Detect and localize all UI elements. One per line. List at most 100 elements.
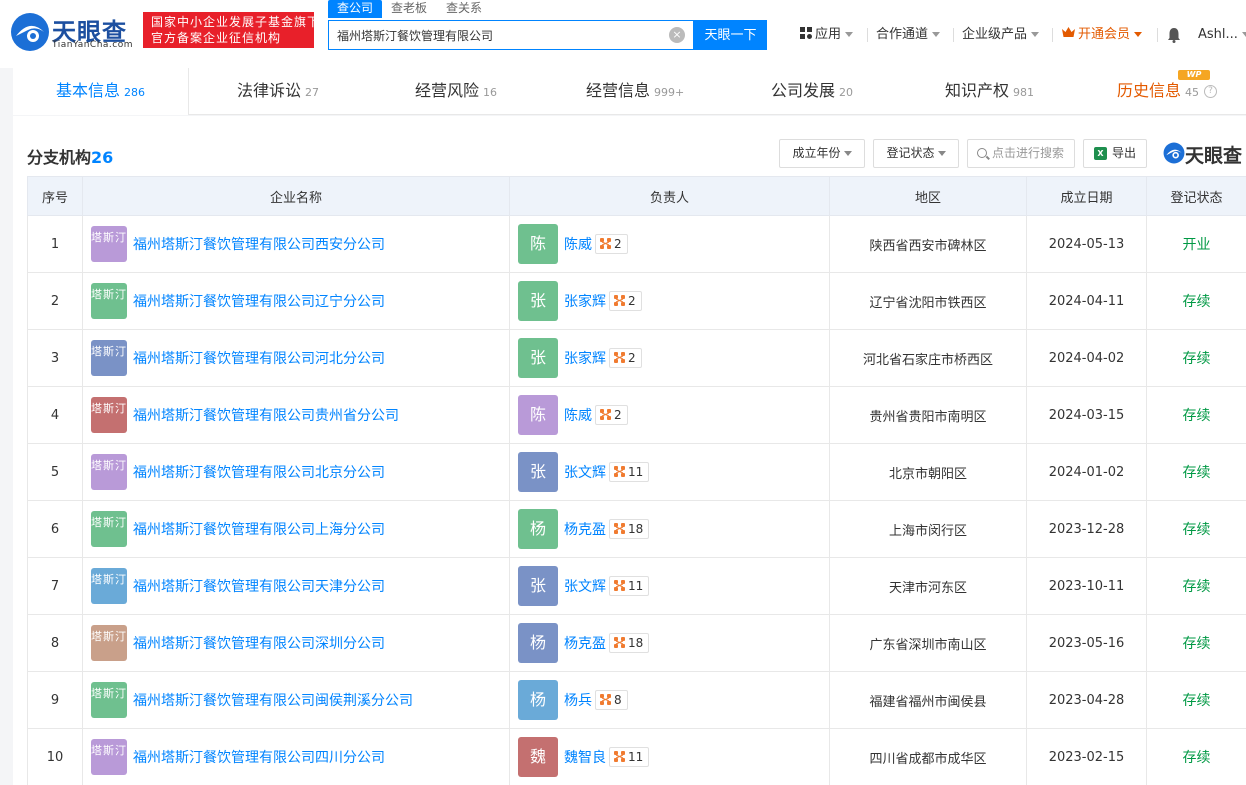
company-logo[interactable]: 塔斯汀 bbox=[91, 682, 127, 718]
nav-vip[interactable]: 开通会员 bbox=[1062, 27, 1143, 45]
avatar[interactable]: 陈 bbox=[518, 224, 558, 264]
filter-year-label: 成立年份 bbox=[792, 146, 841, 160]
person-name-link[interactable]: 杨克盈 bbox=[564, 636, 606, 652]
relation-count-badge[interactable]: 11 bbox=[609, 462, 650, 482]
company-name-link[interactable]: 福州塔斯汀餐饮管理有限公司河北分公司 bbox=[133, 351, 385, 367]
avatar[interactable]: 杨 bbox=[518, 509, 558, 549]
relation-count-badge[interactable]: 2 bbox=[595, 234, 628, 254]
nav-divider bbox=[1052, 28, 1053, 42]
avatar[interactable]: 杨 bbox=[518, 623, 558, 663]
status-badge: 存续 bbox=[1146, 500, 1246, 558]
company-name-link[interactable]: 福州塔斯汀餐饮管理有限公司辽宁分公司 bbox=[133, 294, 385, 310]
filter-status-label: 登记状态 bbox=[886, 146, 935, 160]
tab-label: 公司发展 bbox=[771, 81, 836, 100]
tab-development[interactable]: 公司发展 20 bbox=[771, 68, 853, 115]
tab-risk[interactable]: 经营风险 16 bbox=[415, 68, 497, 115]
tianyancha-logo[interactable]: 天眼查 TianYanCha.com bbox=[10, 12, 138, 52]
filter-status[interactable]: 登记状态 bbox=[873, 139, 959, 168]
tab-basic-info[interactable]: 基本信息 286 bbox=[13, 68, 189, 115]
relation-count-badge[interactable]: 2 bbox=[609, 348, 642, 368]
company-logo[interactable]: 塔斯汀 bbox=[91, 226, 127, 262]
relation-count-badge[interactable]: 2 bbox=[595, 405, 628, 425]
search-tab-boss[interactable]: 查老板 bbox=[391, 0, 427, 18]
search-tab-relation[interactable]: 查关系 bbox=[446, 0, 482, 18]
search-tab-company[interactable]: 查公司 bbox=[328, 0, 383, 18]
company-logo[interactable]: 塔斯汀 bbox=[91, 397, 127, 433]
company-name-link[interactable]: 福州塔斯汀餐饮管理有限公司上海分公司 bbox=[133, 522, 385, 538]
avatar[interactable]: 魏 bbox=[518, 737, 558, 777]
company-cell: 塔斯汀 福州塔斯汀餐饮管理有限公司河北分公司 bbox=[82, 329, 510, 387]
company-name-link[interactable]: 福州塔斯汀餐饮管理有限公司西安分公司 bbox=[133, 237, 385, 253]
company-cell: 塔斯汀 福州塔斯汀餐饮管理有限公司西安分公司 bbox=[82, 215, 510, 273]
company-name-link[interactable]: 福州塔斯汀餐饮管理有限公司深圳分公司 bbox=[133, 636, 385, 652]
person-name-link[interactable]: 张文辉 bbox=[564, 465, 606, 481]
table-search-input[interactable]: 点击进行搜索 bbox=[967, 139, 1075, 168]
tab-ip[interactable]: 知识产权 981 bbox=[945, 68, 1034, 115]
company-logo[interactable]: 塔斯汀 bbox=[91, 283, 127, 319]
relation-count-badge[interactable]: 18 bbox=[609, 633, 650, 653]
company-name-link[interactable]: 福州塔斯汀餐饮管理有限公司天津分公司 bbox=[133, 579, 385, 595]
avatar[interactable]: 陈 bbox=[518, 395, 558, 435]
company-name-link[interactable]: 福州塔斯汀餐饮管理有限公司北京分公司 bbox=[133, 465, 385, 481]
table-row: 2 塔斯汀 福州塔斯汀餐饮管理有限公司辽宁分公司张张家辉 2 辽宁省沈阳市铁西区 2024… bbox=[27, 272, 1246, 330]
relation-count-badge[interactable]: 11 bbox=[609, 747, 650, 767]
company-logo[interactable]: 塔斯汀 bbox=[91, 739, 127, 775]
user-name: Ashl... bbox=[1198, 27, 1238, 42]
column-header: 企业名称 bbox=[82, 176, 510, 216]
filter-year[interactable]: 成立年份 bbox=[779, 139, 865, 168]
company-logo-text: 塔斯汀 bbox=[91, 345, 127, 358]
relation-count-badge[interactable]: 11 bbox=[609, 576, 650, 596]
search-input[interactable] bbox=[337, 21, 667, 49]
tab-legal[interactable]: 法律诉讼 27 bbox=[237, 68, 319, 115]
search-button[interactable]: 天眼一下 bbox=[694, 20, 767, 50]
relation-count-badge[interactable]: 18 bbox=[609, 519, 650, 539]
region-cell: 福建省福州市闽侯县 bbox=[829, 671, 1027, 729]
user-menu[interactable]: Ashl... bbox=[1198, 27, 1246, 42]
promo-line-1: 国家中小企业发展子基金旗下 bbox=[151, 15, 321, 29]
status-badge: 存续 bbox=[1146, 443, 1246, 501]
export-button[interactable]: X 导出 bbox=[1083, 139, 1147, 168]
company-logo[interactable]: 塔斯汀 bbox=[91, 568, 127, 604]
column-header: 序号 bbox=[27, 176, 83, 216]
company-name-link[interactable]: 福州塔斯汀餐饮管理有限公司闽侯荆溪分公司 bbox=[133, 693, 413, 709]
nav-enterprise[interactable]: 企业级产品 bbox=[962, 27, 1040, 45]
person-name-link[interactable]: 杨兵 bbox=[564, 693, 592, 709]
clear-icon[interactable]: × bbox=[669, 27, 685, 43]
chevron-down-icon bbox=[932, 32, 941, 37]
tab-label: 基本信息 bbox=[55, 81, 120, 100]
row-number: 5 bbox=[27, 443, 83, 501]
person-name-link[interactable]: 魏智良 bbox=[564, 750, 606, 766]
company-name-link[interactable]: 福州塔斯汀餐饮管理有限公司贵州省分公司 bbox=[133, 408, 399, 424]
relation-count-badge[interactable]: 8 bbox=[595, 690, 628, 710]
status-badge: 存续 bbox=[1146, 557, 1246, 615]
person-name-link[interactable]: 陈威 bbox=[564, 237, 592, 253]
avatar[interactable]: 张 bbox=[518, 338, 558, 378]
avatar[interactable]: 杨 bbox=[518, 680, 558, 720]
search-icon bbox=[977, 148, 987, 158]
tab-operation[interactable]: 经营信息 999+ bbox=[586, 68, 684, 115]
chevron-down-icon bbox=[1134, 32, 1143, 37]
status-badge: 开业 bbox=[1146, 215, 1246, 273]
bell-icon[interactable] bbox=[1167, 27, 1181, 43]
company-logo[interactable]: 塔斯汀 bbox=[91, 454, 127, 490]
nav-partner[interactable]: 合作通道 bbox=[876, 27, 941, 45]
person-name-link[interactable]: 张家辉 bbox=[564, 294, 606, 310]
company-cell: 塔斯汀 福州塔斯汀餐饮管理有限公司深圳分公司 bbox=[82, 614, 510, 672]
relation-count-badge[interactable]: 2 bbox=[609, 291, 642, 311]
company-logo[interactable]: 塔斯汀 bbox=[91, 625, 127, 661]
person-name-link[interactable]: 陈威 bbox=[564, 408, 592, 424]
avatar[interactable]: 张 bbox=[518, 452, 558, 492]
avatar[interactable]: 张 bbox=[518, 281, 558, 321]
table-header-row: 序号 企业名称 负责人 地区 成立日期 登记状态 bbox=[27, 176, 1246, 216]
help-icon[interactable]: ? bbox=[1204, 85, 1218, 98]
promo-line-2: 官方备案企业征信机构 bbox=[151, 31, 282, 45]
nav-apps[interactable]: 应用 bbox=[800, 27, 854, 45]
company-logo[interactable]: 塔斯汀 bbox=[91, 340, 127, 376]
person-name-link[interactable]: 张家辉 bbox=[564, 351, 606, 367]
company-name-link[interactable]: 福州塔斯汀餐饮管理有限公司四川分公司 bbox=[133, 750, 385, 766]
avatar[interactable]: 张 bbox=[518, 566, 558, 606]
person-name-link[interactable]: 杨克盈 bbox=[564, 522, 606, 538]
relation-icon bbox=[614, 464, 625, 477]
person-name-link[interactable]: 张文辉 bbox=[564, 579, 606, 595]
company-logo[interactable]: 塔斯汀 bbox=[91, 511, 127, 547]
